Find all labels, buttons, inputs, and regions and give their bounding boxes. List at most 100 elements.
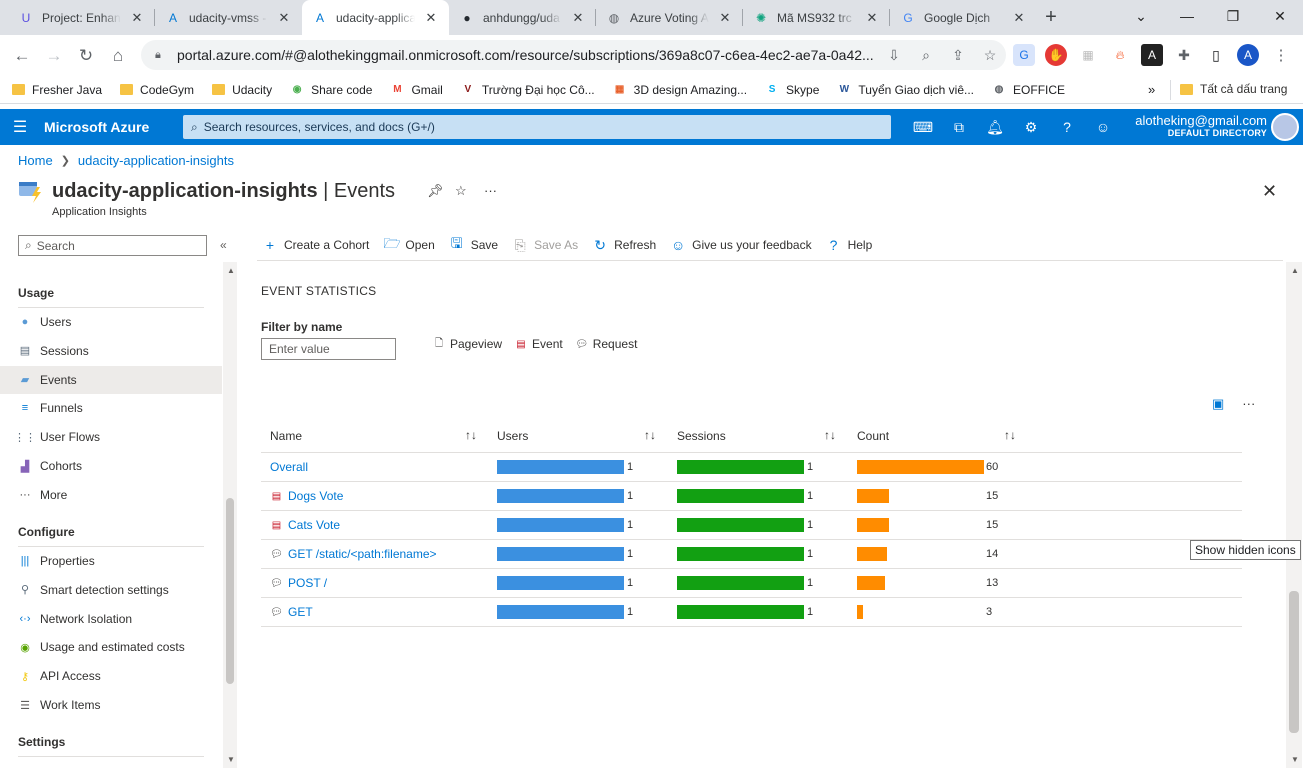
fire-extension-icon[interactable]: 🔥︎ <box>1109 44 1131 66</box>
share-icon[interactable]: ⇪ <box>942 47 974 64</box>
bookmark-item[interactable]: Fresher Java <box>12 83 102 97</box>
create-cohort-button[interactable]: + Create a Cohort <box>262 237 369 253</box>
feedback-button[interactable]: ☺ Give us your feedback <box>670 237 812 253</box>
column-count[interactable]: Count <box>857 429 889 443</box>
account-info[interactable]: alotheking@gmail.com DEFAULT DIRECTORY <box>1135 114 1267 140</box>
bookmark-item[interactable]: ▦ 3D design Amazing... <box>613 83 747 97</box>
sidebar-item-smart-detection-settings[interactable]: ⚲ Smart detection settings <box>0 576 222 604</box>
bookmark-item[interactable]: M Gmail <box>390 83 443 97</box>
content-scroll-down-icon[interactable]: ▼ <box>1291 755 1299 764</box>
sidebar-item-api-access[interactable]: ⚷ API Access <box>0 662 222 690</box>
zoom-icon[interactable]: ⌕ <box>910 47 942 64</box>
all-bookmarks-folder[interactable]: Tất cả dấu trang <box>1180 82 1287 96</box>
close-blade-icon[interactable]: ✕ <box>1262 181 1277 202</box>
sort-sessions-icon[interactable]: ↑↓ <box>824 428 836 442</box>
sidebar-item-usage-and-estimated-costs[interactable]: ◉ Usage and estimated costs <box>0 633 222 661</box>
sidebar-item-more[interactable]: ··· More <box>0 481 222 509</box>
column-name[interactable]: Name <box>270 429 302 443</box>
content-scroll-up-icon[interactable]: ▲ <box>1291 266 1299 275</box>
directory-filter-icon[interactable]: ⧉ <box>949 117 969 137</box>
tab-search-icon[interactable]: ⌄ <box>1118 0 1164 32</box>
sidebar-item-network-isolation[interactable]: ‹·› Network Isolation <box>0 605 222 633</box>
sort-users-icon[interactable]: ↑↓ <box>644 428 656 442</box>
browser-tab[interactable]: U Project: Enhanc ✕ <box>8 0 155 35</box>
collapse-menu-icon[interactable]: « <box>220 238 227 252</box>
omnibox[interactable]: 🔒︎ portal.azure.com/#@alothekinggmail.on… <box>141 40 1006 70</box>
event-name-link[interactable]: Overall <box>270 460 308 474</box>
more-options-icon[interactable]: ··· <box>484 183 497 198</box>
sidebar-item-properties[interactable]: ||| Properties <box>0 547 222 575</box>
azure-brand[interactable]: Microsoft Azure <box>44 119 170 135</box>
refresh-button[interactable]: ↻ Refresh <box>592 237 656 254</box>
open-button[interactable]: 🗁 Open <box>383 233 434 257</box>
sidebar-item-user-flows[interactable]: ⋮⋮ User Flows <box>0 423 222 451</box>
close-tab-icon[interactable]: ✕ <box>423 10 439 26</box>
new-tab-button[interactable]: + <box>1037 0 1065 35</box>
global-search-input[interactable]: ⌕ Search resources, services, and docs (… <box>183 115 891 139</box>
translate-extension-icon[interactable]: G <box>1013 44 1035 66</box>
sort-count-icon[interactable]: ↑↓ <box>1004 428 1016 442</box>
reload-icon[interactable]: ↻ <box>70 40 102 72</box>
bookmark-item[interactable]: V Trường Đại học Cô... <box>461 83 594 97</box>
column-sessions[interactable]: Sessions <box>677 429 726 443</box>
event-name-link[interactable]: POST / <box>288 576 327 590</box>
save-button[interactable]: 🖫 Save <box>449 233 498 257</box>
feedback-icon[interactable]: ☺ <box>1093 117 1113 137</box>
cloud-shell-icon[interactable]: ⌨ <box>913 117 933 137</box>
browser-tab[interactable]: Audacity-applica ✕ <box>302 0 449 35</box>
sort-name-icon[interactable]: ↑↓ <box>465 428 477 442</box>
content-scrollbar-thumb[interactable] <box>1289 591 1299 733</box>
install-app-icon[interactable]: ⇩ <box>878 47 910 64</box>
portal-menu-icon[interactable]: ☰ <box>0 117 40 137</box>
browser-tab[interactable]: ✺ Mã MS932 trc ✕ <box>743 0 890 35</box>
sidebar-item-cohorts[interactable]: ▟ Cohorts <box>0 452 222 480</box>
pin-icon[interactable]: 📌︎ <box>427 183 444 199</box>
close-tab-icon[interactable]: ✕ <box>570 10 586 26</box>
forward-icon[interactable]: → <box>38 40 70 72</box>
bookmark-item[interactable]: W Tuyển Giao dịch viê... <box>837 83 974 97</box>
back-icon[interactable]: ← <box>6 40 38 72</box>
column-users[interactable]: Users <box>497 429 528 443</box>
sidebar-item-users[interactable]: ● Users <box>0 308 222 336</box>
account-avatar[interactable] <box>1271 113 1299 141</box>
browser-tab[interactable]: ● anhdungg/uda ✕ <box>449 0 596 35</box>
browser-menu-icon[interactable]: ⋮ <box>1270 44 1292 66</box>
scroll-up-icon[interactable]: ▲ <box>227 266 235 275</box>
profile-avatar-icon[interactable]: A <box>1237 44 1259 66</box>
bookmark-item[interactable]: CodeGym <box>120 83 194 97</box>
bookmark-item[interactable]: S Skype <box>765 83 820 97</box>
home-icon[interactable]: ⌂ <box>102 40 134 72</box>
sidebar-item-funnels[interactable]: ≡ Funnels <box>0 394 222 422</box>
close-tab-icon[interactable]: ✕ <box>129 10 145 26</box>
adblock-extension-icon[interactable]: ✋ <box>1045 44 1067 66</box>
extensions-icon[interactable]: ✚ <box>1173 44 1195 66</box>
grid-more-icon[interactable]: ··· <box>1242 396 1255 412</box>
angular-extension-icon[interactable]: A <box>1141 44 1163 66</box>
scroll-down-icon[interactable]: ▼ <box>227 755 235 764</box>
event-name-link[interactable]: Cats Vote <box>288 518 340 532</box>
restore-icon[interactable]: ❐ <box>1210 0 1256 32</box>
pin-to-dashboard-icon[interactable]: ▣ <box>1212 396 1224 412</box>
minimize-icon[interactable]: — <box>1164 0 1210 32</box>
close-tab-icon[interactable]: ✕ <box>1011 10 1027 26</box>
event-name-link[interactable]: GET /static/<path:filename> <box>288 547 437 561</box>
save-as-button[interactable]: ⎘ Save As <box>512 237 579 254</box>
close-tab-icon[interactable]: ✕ <box>717 10 733 26</box>
browser-tab[interactable]: ◍ Azure Voting A ✕ <box>596 0 743 35</box>
sidebar-item-sessions[interactable]: ▤ Sessions <box>0 337 222 365</box>
breadcrumb-home[interactable]: Home <box>18 153 53 168</box>
bookmark-item[interactable]: ◉ Share code <box>290 83 373 97</box>
menu-search-input[interactable]: ⌕ Search <box>18 235 207 256</box>
sidebar-item-work-items[interactable]: ☰ Work Items <box>0 691 222 719</box>
close-tab-icon[interactable]: ✕ <box>276 10 292 26</box>
close-tab-icon[interactable]: ✕ <box>864 10 880 26</box>
help-button[interactable]: ? Help <box>826 237 873 253</box>
side-panel-icon[interactable]: ▯ <box>1205 44 1227 66</box>
settings-gear-icon[interactable]: ⚙ <box>1021 117 1041 137</box>
menu-scrollbar-thumb[interactable] <box>226 498 234 684</box>
filter-by-name-input[interactable] <box>261 338 396 360</box>
bookmark-item[interactable]: ◍ EOFFICE <box>992 83 1065 97</box>
help-icon[interactable]: ? <box>1057 117 1077 137</box>
favorite-star-icon[interactable]: ☆ <box>455 183 467 199</box>
browser-tab[interactable]: Audacity-vmss - ✕ <box>155 0 302 35</box>
